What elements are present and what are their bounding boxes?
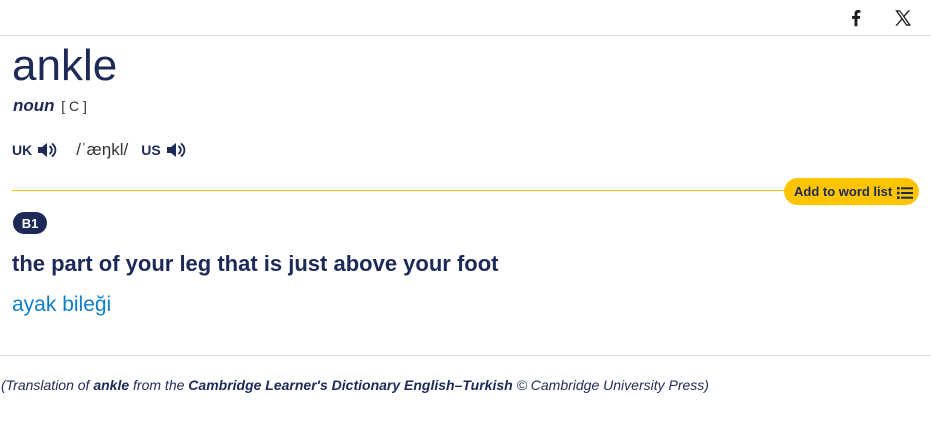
- credit-middle: from the: [129, 377, 189, 393]
- translation-credit: (Translation of ankle from the Cambridge…: [1, 376, 709, 394]
- uk-audio-speaker-icon[interactable]: [35, 138, 59, 162]
- credit-suffix: © Cambridge University Press): [512, 377, 709, 393]
- share-bar: [0, 0, 931, 36]
- facebook-icon[interactable]: [845, 7, 867, 29]
- us-label: US: [141, 142, 161, 158]
- headword: ankle: [12, 41, 118, 90]
- pronunciation-line: UK /ˈæŋkl/ US: [12, 138, 188, 162]
- list-icon: [897, 186, 914, 200]
- grammar-code[interactable]: [ C ]: [61, 98, 87, 114]
- part-of-speech[interactable]: noun: [13, 96, 55, 115]
- uk-label: UK: [12, 142, 33, 158]
- ipa-transcription: /ˈæŋkl/: [76, 140, 129, 159]
- cefr-level-badge: B1: [13, 212, 47, 234]
- sense-divider: [12, 190, 812, 191]
- footer-divider: [0, 355, 931, 356]
- credit-dictionary: Cambridge Learner's Dictionary English–T…: [188, 377, 513, 393]
- us-audio-speaker-icon[interactable]: [164, 138, 188, 162]
- translation: ayak bileği: [12, 293, 112, 316]
- add-to-word-list-label: Add to word list: [794, 184, 893, 199]
- credit-prefix: (Translation of: [1, 377, 94, 393]
- part-of-speech-line: noun [ C ]: [13, 96, 87, 116]
- x-icon[interactable]: [892, 7, 914, 29]
- definition: the part of your leg that is just above …: [12, 251, 499, 276]
- add-to-word-list-button[interactable]: Add to word list: [784, 178, 919, 205]
- credit-word: ankle: [93, 377, 130, 393]
